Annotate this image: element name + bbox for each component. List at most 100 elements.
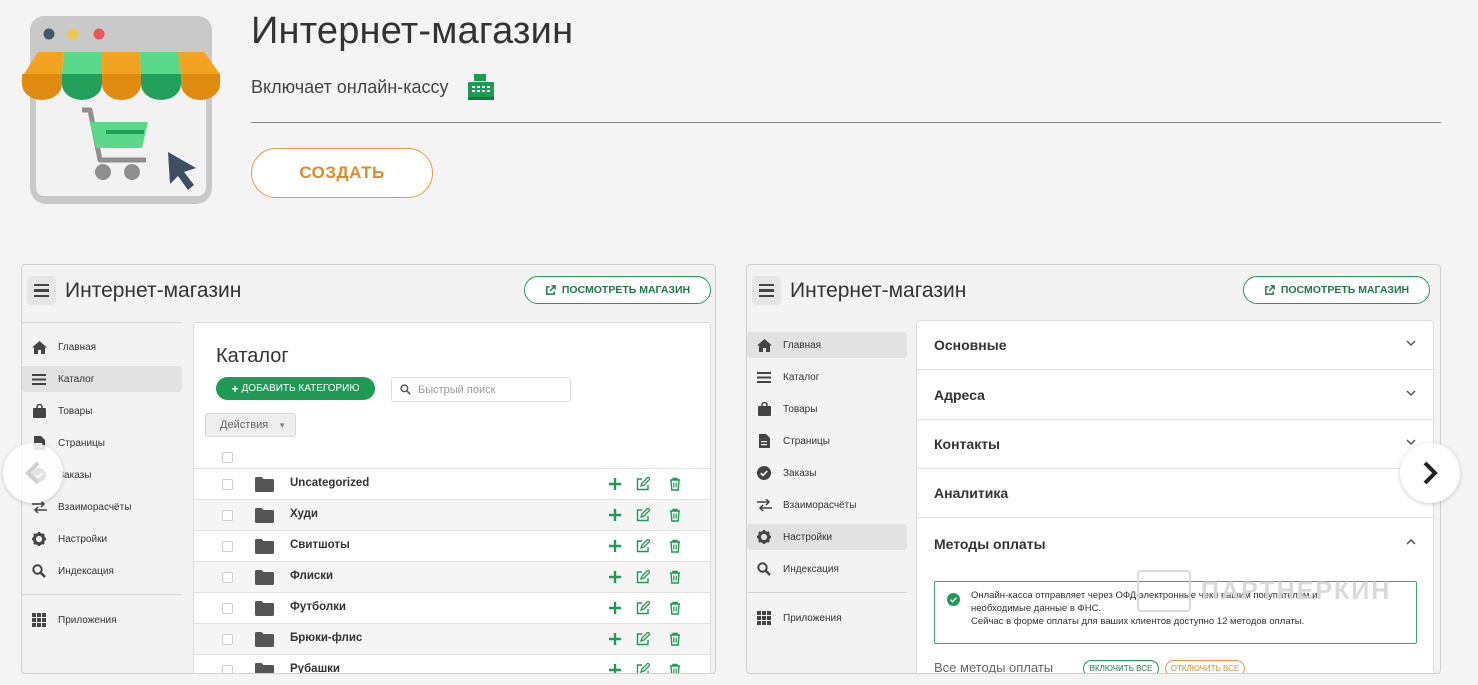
trash-icon[interactable]: [668, 570, 682, 584]
external-link-icon: [545, 284, 556, 295]
row-checkbox[interactable]: [222, 572, 233, 583]
caret-down-icon: ▼: [278, 420, 287, 430]
row-checkbox[interactable]: [222, 665, 233, 673]
quick-search-input[interactable]: Быстрый поиск: [391, 377, 571, 402]
table-row[interactable]: Футболки: [194, 592, 710, 623]
folder-icon: [255, 508, 274, 523]
row-checkbox[interactable]: [222, 479, 233, 490]
edit-icon[interactable]: [636, 570, 650, 584]
watermark-text: ПАРТНЕРКИН: [1201, 576, 1392, 605]
table-row[interactable]: Uncategorized: [194, 468, 710, 499]
sidebar-item-label: Взаиморасчёты: [58, 501, 132, 513]
sidebar-item-label: Каталог: [783, 371, 820, 383]
table-row[interactable]: Свитшоты: [194, 530, 710, 561]
sidebar-item-indexing[interactable]: Индексация: [22, 558, 182, 584]
row-checkbox[interactable]: [222, 603, 233, 614]
plus-icon[interactable]: [608, 508, 622, 522]
section-addresses[interactable]: Адреса: [917, 371, 1433, 420]
disable-all-button[interactable]: ОТКЛЮЧИТЬ ВСЕ: [1165, 660, 1245, 673]
edit-icon[interactable]: [636, 539, 650, 553]
trash-icon[interactable]: [668, 477, 682, 491]
app-title: Интернет-магазин: [790, 279, 967, 302]
apps-grid-icon: [756, 610, 772, 626]
sidebar-divider: [747, 592, 907, 593]
sidebar-item-products[interactable]: Товары: [22, 398, 182, 424]
actions-dropdown[interactable]: Действия ▼: [205, 413, 296, 437]
trash-icon[interactable]: [668, 663, 682, 674]
sidebar-item-indexing[interactable]: Индексация: [747, 556, 907, 582]
app-title: Интернет-магазин: [65, 279, 242, 302]
trash-icon[interactable]: [668, 508, 682, 522]
sidebar-item-settings[interactable]: Настройки: [22, 526, 182, 552]
category-name: Рубашки: [290, 663, 340, 674]
home-icon: [756, 337, 772, 353]
search-placeholder: Быстрый поиск: [418, 383, 496, 396]
create-button[interactable]: СОЗДАТЬ: [251, 148, 433, 198]
section-label: Основные: [934, 337, 1007, 353]
carousel-prev-button[interactable]: [3, 443, 63, 503]
sidebar-item-catalog[interactable]: Каталог: [747, 364, 907, 390]
apps-grid-icon: [31, 612, 47, 628]
section-contacts[interactable]: Контакты: [917, 420, 1433, 469]
home-icon: [31, 339, 47, 355]
edit-icon[interactable]: [636, 663, 650, 674]
watermark-logo-icon: [1137, 570, 1191, 612]
plus-icon[interactable]: [608, 477, 622, 491]
section-payment-methods[interactable]: Методы оплаты: [917, 519, 1433, 568]
table-row[interactable]: Худи: [194, 499, 710, 530]
plus-icon[interactable]: [608, 663, 622, 674]
category-name: Брюки-флис: [290, 632, 363, 644]
plus-icon[interactable]: [608, 632, 622, 646]
edit-icon[interactable]: [636, 632, 650, 646]
settings-panel: Основные Адреса Контакты Аналитика Метод…: [916, 320, 1434, 673]
trash-icon[interactable]: [668, 632, 682, 646]
sidebar-item-home[interactable]: Главная: [22, 334, 182, 360]
trash-icon[interactable]: [668, 601, 682, 615]
sidebar-item-label: Заказы: [58, 469, 92, 481]
menu-icon[interactable]: [27, 276, 56, 305]
sidebar-item-settings[interactable]: Настройки: [747, 524, 907, 550]
sidebar-item-settlements[interactable]: Взаиморасчёты: [747, 492, 907, 518]
edit-icon[interactable]: [636, 508, 650, 522]
sidebar-item-catalog[interactable]: Каталог: [22, 366, 182, 392]
catalog-title: Каталог: [216, 345, 289, 367]
folder-icon: [255, 570, 274, 585]
list-icon: [756, 369, 772, 385]
sidebar-item-orders[interactable]: Заказы: [747, 460, 907, 486]
carousel-next-button[interactable]: [1400, 443, 1460, 503]
category-name: Футболки: [290, 601, 346, 613]
sidebar-item-label: Настройки: [783, 531, 833, 543]
enable-all-button[interactable]: ВКЛЮЧИТЬ ВСЕ: [1083, 660, 1159, 673]
section-analytics[interactable]: Аналитика: [917, 469, 1433, 518]
bag-icon: [756, 401, 772, 417]
view-store-button[interactable]: ПОСМОТРЕТЬ МАГАЗИН: [1243, 276, 1430, 304]
row-checkbox[interactable]: [222, 510, 233, 521]
sidebar-item-home[interactable]: Главная: [747, 332, 907, 358]
section-main[interactable]: Основные: [917, 321, 1433, 370]
trash-icon[interactable]: [668, 539, 682, 553]
sidebar-item-apps[interactable]: Приложения: [747, 605, 907, 631]
edit-icon[interactable]: [636, 601, 650, 615]
category-name: Худи: [290, 508, 318, 520]
section-label: Методы оплаты: [934, 535, 1046, 552]
row-checkbox[interactable]: [222, 634, 233, 645]
sidebar-item-pages[interactable]: Страницы: [747, 428, 907, 454]
category-name: Uncategorized: [290, 477, 370, 489]
edit-icon[interactable]: [636, 477, 650, 491]
table-row[interactable]: Флиски: [194, 561, 710, 592]
add-category-button[interactable]: + ДОБАВИТЬ КАТЕГОРИЮ: [216, 377, 375, 400]
plus-icon[interactable]: [608, 570, 622, 584]
plus-icon[interactable]: [608, 539, 622, 553]
folder-icon: [255, 601, 274, 616]
row-checkbox[interactable]: [222, 541, 233, 552]
plus-icon[interactable]: [608, 601, 622, 615]
sidebar-item-label: Страницы: [783, 435, 830, 447]
table-row[interactable]: Брюки-флис: [194, 623, 710, 654]
sidebar-item-apps[interactable]: Приложения: [22, 607, 182, 633]
table-row[interactable]: Рубашки: [194, 654, 710, 674]
view-store-button[interactable]: ПОСМОТРЕТЬ МАГАЗИН: [524, 276, 711, 304]
sidebar-item-products[interactable]: Товары: [747, 396, 907, 422]
sidebar-item-label: Индексация: [783, 563, 839, 575]
menu-icon[interactable]: [752, 276, 781, 305]
select-all-checkbox[interactable]: [222, 452, 233, 463]
